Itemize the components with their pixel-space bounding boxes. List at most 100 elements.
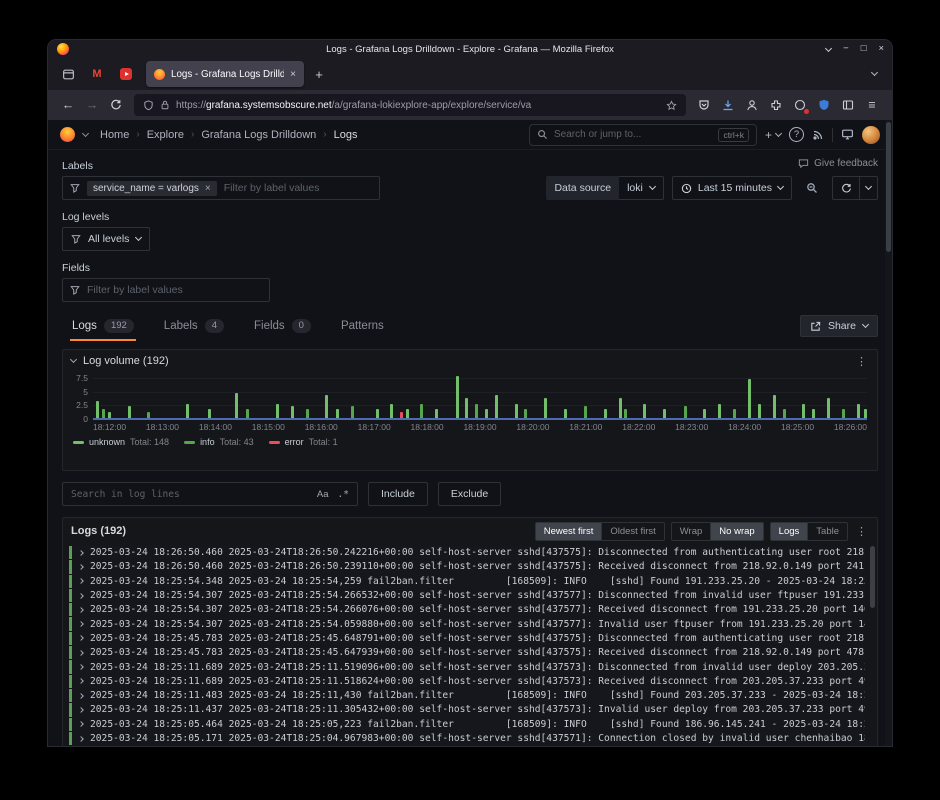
expand-chevron-icon[interactable] <box>78 707 84 713</box>
list-tabs-chevron-icon[interactable] <box>863 63 885 85</box>
volume-bar-unknown[interactable] <box>456 376 459 420</box>
maximize-button[interactable]: □ <box>861 44 867 54</box>
log-row[interactable]: 2025-03-24 18:25:54.307 2025-03-24T18:25… <box>69 617 865 630</box>
pinned-tab-gmail[interactable]: M <box>84 62 110 86</box>
remove-filter-icon[interactable]: × <box>205 183 211 194</box>
grafana-logo-icon[interactable] <box>60 127 75 142</box>
expand-chevron-icon[interactable] <box>78 721 84 727</box>
sidebar-button[interactable] <box>837 94 859 116</box>
log-row[interactable]: 2025-03-24 18:25:05.171 2025-03-24T18:25… <box>69 732 865 745</box>
pocket-button[interactable] <box>693 94 715 116</box>
logs-scrollbar[interactable] <box>870 546 875 746</box>
expand-chevron-icon[interactable] <box>78 736 84 742</box>
volume-bar-unknown[interactable] <box>235 393 238 420</box>
case-sensitivity-toggle[interactable]: Aa <box>317 489 329 500</box>
expand-chevron-icon[interactable] <box>78 564 84 570</box>
global-search[interactable]: ctrl+k <box>529 124 757 146</box>
page-scrollbar[interactable] <box>885 120 892 746</box>
add-button[interactable]: + <box>765 128 781 142</box>
view-table[interactable]: Table <box>807 523 847 540</box>
log-row[interactable]: 2025-03-24 18:25:11.437 2025-03-24T18:25… <box>69 703 865 716</box>
tab-labels[interactable]: Labels4 <box>162 317 226 341</box>
volume-bar-unknown[interactable] <box>465 398 468 420</box>
expand-chevron-icon[interactable] <box>78 578 84 584</box>
expand-chevron-icon[interactable] <box>78 650 84 656</box>
menu-button[interactable]: ≡ <box>861 94 883 116</box>
expand-chevron-icon[interactable] <box>78 664 84 670</box>
help-button[interactable]: ? <box>789 127 804 142</box>
expand-chevron-icon[interactable] <box>78 678 84 684</box>
tab-close-icon[interactable]: × <box>290 69 296 80</box>
log-row[interactable]: 2025-03-24 18:25:54.307 2025-03-24T18:25… <box>69 603 865 616</box>
forward-button[interactable]: → <box>81 94 103 116</box>
addon-notification-button[interactable] <box>789 94 811 116</box>
reload-button[interactable] <box>105 94 127 116</box>
refresh-button[interactable] <box>833 177 859 199</box>
minimize-button[interactable]: − <box>843 44 849 54</box>
log-row[interactable]: 2025-03-24 18:25:11.689 2025-03-24T18:25… <box>69 675 865 688</box>
monitor-button[interactable] <box>841 128 854 141</box>
extensions-button[interactable] <box>765 94 787 116</box>
expand-chevron-icon[interactable] <box>78 550 84 556</box>
page-scroll-thumb[interactable] <box>886 122 891 252</box>
share-button[interactable]: Share <box>800 315 878 337</box>
tab-logs[interactable]: Logs192 <box>70 317 136 341</box>
wrap-wrap[interactable]: Wrap <box>672 523 711 540</box>
datasource-picker[interactable]: loki <box>619 176 664 200</box>
log-row[interactable]: 2025-03-24 18:25:11.483 2025-03-24 18:25… <box>69 689 865 702</box>
legend-error[interactable]: errorTotal: 1 <box>269 437 338 447</box>
filter-chip[interactable]: service_name = varlogs × <box>87 181 217 196</box>
breadcrumb-item[interactable]: Home <box>100 129 129 141</box>
sort-oldest-first[interactable]: Oldest first <box>601 523 663 540</box>
expand-chevron-icon[interactable] <box>78 636 84 642</box>
expand-chevron-icon[interactable] <box>78 693 84 699</box>
volume-bar-unknown[interactable] <box>325 395 328 420</box>
collapse-chevron-icon[interactable] <box>70 356 77 363</box>
tracking-protection-icon[interactable] <box>143 100 154 111</box>
close-button[interactable]: × <box>878 44 884 54</box>
volume-bar-unknown[interactable] <box>773 395 776 420</box>
titlebar[interactable]: Logs - Grafana Logs Drilldown - Explore … <box>48 40 892 58</box>
panel-menu-icon[interactable]: ⋮ <box>854 355 869 368</box>
log-search-input[interactable] <box>71 489 308 500</box>
fields-filter-input[interactable] <box>87 284 262 296</box>
new-tab-button[interactable]: + <box>307 62 331 86</box>
volume-bar-unknown[interactable] <box>495 395 498 420</box>
lock-icon[interactable] <box>160 100 170 110</box>
view-logs[interactable]: Logs <box>771 523 808 540</box>
browser-tab[interactable]: Logs - Grafana Logs Drilldow × <box>146 61 304 87</box>
fields-filter-box[interactable] <box>62 278 270 302</box>
breadcrumb-item[interactable]: Logs <box>334 129 358 141</box>
expand-chevron-icon[interactable] <box>78 607 84 613</box>
regex-toggle[interactable]: .* <box>338 489 349 500</box>
bookmark-star-icon[interactable] <box>666 100 677 111</box>
firefox-view-button[interactable] <box>55 62 81 86</box>
search-input[interactable] <box>554 129 712 140</box>
log-row[interactable]: 2025-03-24 18:25:54.307 2025-03-24T18:25… <box>69 589 865 602</box>
org-switcher-chevron-icon[interactable] <box>82 129 89 136</box>
time-range-picker[interactable]: Last 15 minutes <box>672 176 792 200</box>
chart-plot[interactable] <box>93 374 867 420</box>
expand-chevron-icon[interactable] <box>78 593 84 599</box>
account-button[interactable] <box>741 94 763 116</box>
volume-bar-unknown[interactable] <box>748 379 751 420</box>
volume-bar-unknown[interactable] <box>619 398 622 420</box>
refresh-interval-chevron[interactable] <box>859 177 877 199</box>
log-row[interactable]: 2025-03-24 18:26:50.460 2025-03-24T18:26… <box>69 560 865 573</box>
logs-menu-icon[interactable]: ⋮ <box>854 525 869 538</box>
tab-fields[interactable]: Fields0 <box>252 317 313 341</box>
log-row[interactable]: 2025-03-24 18:26:50.460 2025-03-24T18:26… <box>69 546 865 559</box>
log-row[interactable]: 2025-03-24 18:25:45.783 2025-03-24T18:25… <box>69 632 865 645</box>
expand-chevron-icon[interactable] <box>78 621 84 627</box>
downloads-button[interactable] <box>717 94 739 116</box>
log-row[interactable]: 2025-03-24 18:25:11.689 2025-03-24T18:25… <box>69 660 865 673</box>
zoom-out-button[interactable] <box>800 176 824 200</box>
content-blocker-button[interactable] <box>813 94 835 116</box>
logs-scroll-thumb[interactable] <box>870 546 875 608</box>
give-feedback-link[interactable]: Give feedback <box>798 158 878 169</box>
news-button[interactable] <box>812 129 824 141</box>
back-button[interactable]: ← <box>57 94 79 116</box>
pinned-tab-media[interactable] <box>113 62 139 86</box>
log-row[interactable]: 2025-03-24 18:25:54.348 2025-03-24 18:25… <box>69 575 865 588</box>
volume-bar-unknown[interactable] <box>544 398 547 420</box>
